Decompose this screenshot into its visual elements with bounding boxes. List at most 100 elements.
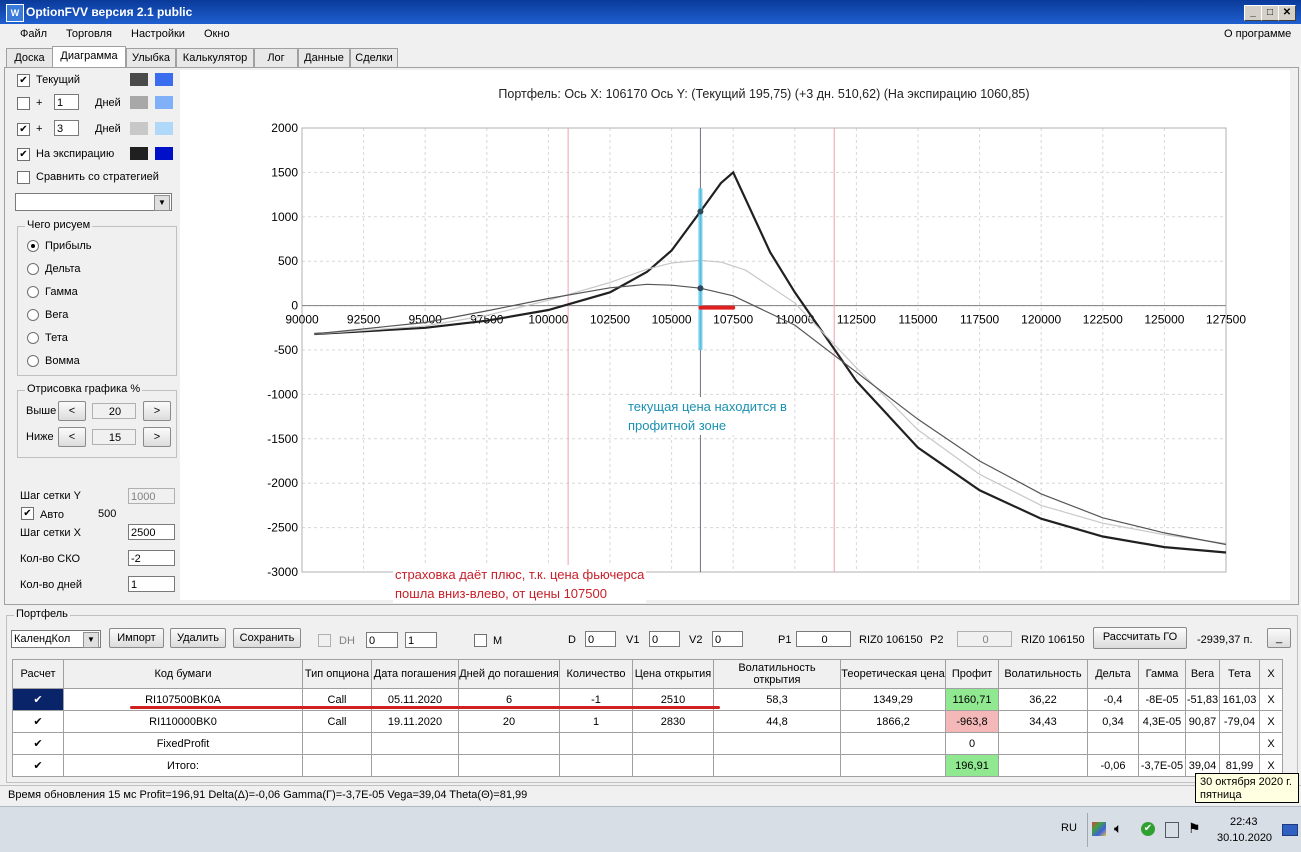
sko-input[interactable]: -2 (128, 550, 175, 566)
tab-data[interactable]: Данные (298, 48, 350, 67)
table-row[interactable]: ✔ Итого: 196,91 -0,06 -3,7E-05 39,04 81,… (12, 754, 1283, 777)
row-check[interactable]: ✔ (12, 710, 64, 733)
days2-color-1[interactable] (130, 122, 148, 135)
menu-trade[interactable]: Торговля (66, 28, 112, 40)
current-checkbox[interactable]: ✔ (17, 74, 30, 87)
below-value[interactable]: 15 (92, 429, 136, 445)
grid-x-input[interactable]: 2500 (128, 524, 175, 540)
below-increase-button[interactable]: > (143, 427, 171, 447)
clock-date[interactable]: 30.10.2020 (1217, 832, 1272, 844)
show-desktop-icon[interactable] (1282, 824, 1298, 836)
col-date[interactable]: Дата погашения (371, 659, 459, 689)
compare-checkbox[interactable] (17, 171, 30, 184)
col-code[interactable]: Код бумаги (63, 659, 303, 689)
tab-smile[interactable]: Улыбка (126, 48, 176, 67)
tab-diagram[interactable]: Диаграмма (52, 46, 126, 68)
col-theo[interactable]: Теоретическая цена (840, 659, 946, 689)
col-gamma[interactable]: Гамма (1138, 659, 1186, 689)
radio-delta[interactable] (27, 263, 39, 275)
tab-board[interactable]: Доска (6, 48, 53, 67)
radio-theta[interactable] (27, 332, 39, 344)
below-decrease-button[interactable]: < (58, 427, 86, 447)
col-vol[interactable]: Волатильность (998, 659, 1088, 689)
col-vol-open[interactable]: Волатильность открытия (713, 659, 841, 689)
col-type[interactable]: Тип опциона (302, 659, 372, 689)
radio-profit[interactable] (27, 240, 39, 252)
col-remove[interactable]: X (1259, 659, 1283, 689)
d-input[interactable]: 0 (585, 631, 616, 647)
above-value[interactable]: 20 (92, 403, 136, 419)
p1-input[interactable]: 0 (796, 631, 851, 647)
days2-checkbox[interactable]: ✔ (17, 123, 30, 136)
col-qty[interactable]: Количество (559, 659, 633, 689)
radio-gamma[interactable] (27, 286, 39, 298)
menu-settings[interactable]: Настройки (131, 28, 185, 40)
remove-row-button[interactable]: X (1259, 688, 1283, 711)
delete-button[interactable]: Удалить (170, 628, 226, 648)
clock-time[interactable]: 22:43 (1230, 816, 1258, 828)
close-button[interactable]: ✕ (1278, 5, 1296, 21)
v1-input[interactable]: 0 (649, 631, 680, 647)
row-check[interactable]: ✔ (12, 732, 64, 755)
remove-row-button[interactable]: X (1259, 732, 1283, 755)
row-check[interactable]: ✔ (12, 688, 64, 711)
row-check[interactable]: ✔ (12, 754, 64, 777)
table-row[interactable]: ✔ FixedProfit 0 X (12, 732, 1283, 755)
strategy-combo[interactable]: КалендКол ▼ (11, 630, 101, 648)
save-button[interactable]: Сохранить (233, 628, 301, 648)
col-price[interactable]: Цена открытия (632, 659, 714, 689)
radio-vomma[interactable] (27, 355, 39, 367)
days1-color-2[interactable] (155, 96, 173, 109)
days-count-input[interactable]: 1 (128, 576, 175, 592)
pnl-chart[interactable]: Портфель: Ось X: 106170 Ось Y: (Текущий … (180, 70, 1290, 600)
minimize-button[interactable]: _ (1244, 5, 1262, 21)
current-color-2[interactable] (155, 73, 173, 86)
table-row[interactable]: ✔ RI110000BK0 Call 19.11.2020 20 1 2830 … (12, 710, 1283, 733)
menu-about[interactable]: О программе (1224, 28, 1291, 40)
calc-margin-button[interactable]: Рассчитать ГО (1093, 627, 1187, 649)
import-button[interactable]: Импорт (109, 628, 164, 648)
current-color-1[interactable] (130, 73, 148, 86)
remove-row-button[interactable]: X (1259, 710, 1283, 733)
menu-window[interactable]: Окно (204, 28, 230, 40)
cell-vega: -51,83 (1185, 688, 1220, 711)
auto-checkbox[interactable]: ✔ (21, 507, 34, 520)
col-profit[interactable]: Профит (945, 659, 999, 689)
expiry-checkbox[interactable]: ✔ (17, 148, 30, 161)
days2-input[interactable]: 3 (54, 120, 79, 136)
tab-calculator[interactable]: Калькулятор (176, 48, 254, 67)
col-days[interactable]: Дней до погашения (458, 659, 560, 689)
col-delta[interactable]: Дельта (1087, 659, 1139, 689)
radio-vega[interactable] (27, 309, 39, 321)
col-calc[interactable]: Расчет (12, 659, 64, 689)
expiry-color-2[interactable] (155, 147, 173, 160)
tray-app-icon[interactable] (1092, 822, 1106, 836)
volume-icon[interactable]: 🔈︎ (1114, 820, 1122, 837)
p2-input[interactable]: 0 (957, 631, 1012, 647)
v2-input[interactable]: 0 (712, 631, 743, 647)
days1-input[interactable]: 1 (54, 94, 79, 110)
above-decrease-button[interactable]: < (58, 401, 86, 421)
language-indicator[interactable]: RU (1061, 822, 1077, 834)
network-icon[interactable] (1165, 822, 1179, 838)
days2-color-2[interactable] (155, 122, 173, 135)
menu-file[interactable]: Файл (20, 28, 47, 40)
strategy-select[interactable]: ▼ (15, 193, 172, 211)
days1-checkbox[interactable] (17, 97, 30, 110)
col-vega[interactable]: Вега (1185, 659, 1220, 689)
dh-stepper-2[interactable]: 1 (405, 632, 437, 648)
days1-color-1[interactable] (130, 96, 148, 109)
tab-deals[interactable]: Сделки (350, 48, 398, 67)
expiry-color-1[interactable] (130, 147, 148, 160)
collapse-button[interactable]: _ (1267, 628, 1291, 648)
grid-y-input[interactable]: 1000 (128, 488, 175, 504)
tab-log[interactable]: Лог (254, 48, 298, 67)
m-checkbox[interactable] (474, 634, 487, 647)
security-ok-icon[interactable]: ✔ (1141, 822, 1155, 836)
dh-checkbox[interactable] (318, 634, 331, 647)
flag-icon[interactable]: ⚑ (1188, 820, 1201, 837)
above-increase-button[interactable]: > (143, 401, 171, 421)
dh-stepper-1[interactable]: 0 (366, 632, 398, 648)
col-theta[interactable]: Тета (1219, 659, 1260, 689)
maximize-button[interactable]: □ (1261, 5, 1279, 21)
